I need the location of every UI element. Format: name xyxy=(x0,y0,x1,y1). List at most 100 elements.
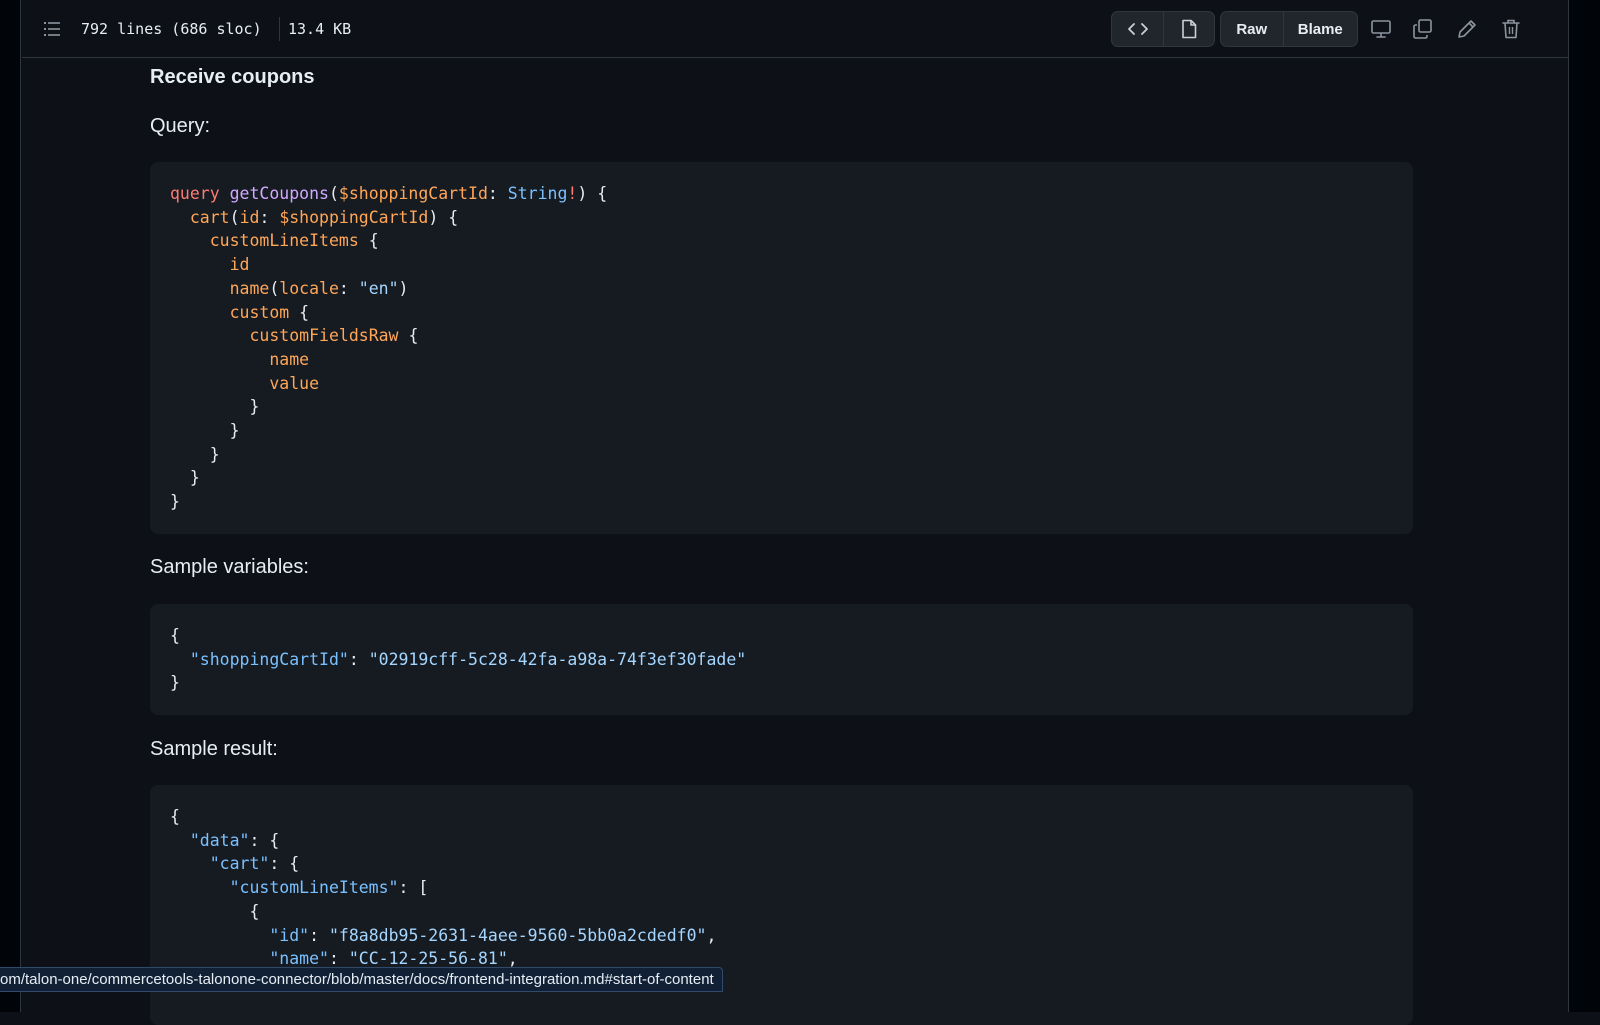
code-token: ) { xyxy=(577,184,608,203)
code-token: ! xyxy=(567,184,578,203)
code-token: "en" xyxy=(358,278,399,298)
code-token: ) xyxy=(428,207,439,227)
edit-button[interactable] xyxy=(1452,14,1482,44)
json-key: "customLineItems" xyxy=(229,878,399,898)
json-value: "f8a8db95-2631-4aee-9560-5bb0a2cdedf0" xyxy=(328,925,707,945)
markdown-body: Receive coupons Query: query getCoupons(… xyxy=(22,58,1568,1025)
code-token: custom xyxy=(229,302,290,322)
blame-button[interactable]: Blame xyxy=(1282,12,1357,46)
code-line: value xyxy=(170,374,319,393)
json-key: "name" xyxy=(269,949,329,969)
header-divider xyxy=(279,17,280,41)
json-key: "data" xyxy=(189,830,250,850)
json-value: "CC-12-25-56-81" xyxy=(348,949,508,969)
file-lines-info: 792 lines (686 sloc) xyxy=(81,20,262,38)
variables-label: Sample variables: xyxy=(150,556,309,578)
file-preview-icon xyxy=(1182,19,1197,39)
code-token: id xyxy=(239,207,260,227)
json-key: "cart" xyxy=(209,854,270,874)
json-colon: : xyxy=(348,649,369,669)
pencil-icon xyxy=(1458,20,1476,38)
code-token: : xyxy=(487,184,508,203)
code-token: $shoppingCartId xyxy=(338,184,488,203)
code-token: id xyxy=(229,255,250,275)
code-token: cart xyxy=(189,207,230,227)
file-header: 792 lines (686 sloc) 13.4 KB Raw Blame xyxy=(22,0,1568,58)
code-line: } xyxy=(170,421,240,441)
code-token: query getCoupons($shoppingCartId: String… xyxy=(170,184,607,203)
view-toggle-group xyxy=(1111,11,1215,47)
result-label: Sample result: xyxy=(150,738,278,760)
copy-button[interactable] xyxy=(1408,14,1438,44)
variables-code-block[interactable]: { "shoppingCartId": "02919cff-5c28-42fa-… xyxy=(150,604,1413,715)
code-line: } xyxy=(170,673,180,693)
code-line: { xyxy=(170,626,180,645)
code-view-button[interactable] xyxy=(1112,12,1163,46)
result-code: { "data": { "cart": { "customLineItems":… xyxy=(170,807,717,969)
code-token: customFieldsRaw xyxy=(249,326,399,346)
left-gutter xyxy=(0,0,21,1012)
raw-button[interactable]: Raw xyxy=(1221,12,1283,46)
code-token: value xyxy=(269,373,320,393)
code-token: $shoppingCartId xyxy=(279,207,429,227)
code-token: ( xyxy=(328,184,339,203)
json-key: "shoppingCartId" xyxy=(189,649,349,669)
code-token: locale xyxy=(279,278,339,298)
code-token: name xyxy=(229,278,270,298)
code-line: custom { xyxy=(170,303,309,322)
delete-button[interactable] xyxy=(1496,14,1526,44)
code-token: { xyxy=(448,207,459,227)
code-line: customLineItems { xyxy=(170,231,379,250)
query-code: query getCoupons($shoppingCartId: String… xyxy=(170,182,1393,514)
code-line: } xyxy=(170,492,180,512)
section-heading: Receive coupons xyxy=(150,66,315,88)
code-line: } xyxy=(170,444,220,464)
preview-button[interactable] xyxy=(1163,12,1214,46)
status-bar-url: om/talon-one/commercetools-talonone-conn… xyxy=(0,967,723,992)
json-key: "id" xyxy=(269,925,310,945)
code-view-icon xyxy=(1127,23,1148,35)
copy-icon xyxy=(1413,19,1432,39)
code-token: { xyxy=(299,302,310,322)
code-token: query xyxy=(170,184,220,203)
code-token: customLineItems xyxy=(209,231,359,251)
trash-icon xyxy=(1502,19,1520,39)
code-token: ( xyxy=(269,278,280,298)
code-line: id xyxy=(170,255,250,275)
json-value: "02919cff-5c28-42fa-a98a-74f3ef30fade" xyxy=(368,649,747,669)
code-line: customFieldsRaw { xyxy=(170,326,418,345)
desktop-button[interactable] xyxy=(1366,14,1396,44)
file-panel: 792 lines (686 sloc) 13.4 KB Raw Blame R… xyxy=(22,0,1568,1025)
code-line: } xyxy=(170,397,260,417)
code-line: name xyxy=(170,350,309,369)
code-token: getCoupons xyxy=(229,184,329,203)
right-gutter xyxy=(1568,0,1600,1012)
desktop-icon xyxy=(1371,20,1391,38)
code-line: } xyxy=(170,468,200,488)
code-token: { xyxy=(368,231,379,251)
outline-icon[interactable] xyxy=(42,19,62,39)
code-token: : xyxy=(338,278,349,298)
code-line: name(locale: "en") xyxy=(170,278,409,298)
raw-blame-group: Raw Blame xyxy=(1220,11,1358,47)
code-token: String xyxy=(507,184,568,203)
code-token: : xyxy=(259,207,270,227)
query-code-block[interactable]: query getCoupons($shoppingCartId: String… xyxy=(150,162,1413,534)
code-token: ( xyxy=(229,207,240,227)
file-size: 13.4 KB xyxy=(288,20,352,38)
code-token: { xyxy=(408,326,419,346)
variables-code: { "shoppingCartId": "02919cff-5c28-42fa-… xyxy=(170,624,1393,695)
